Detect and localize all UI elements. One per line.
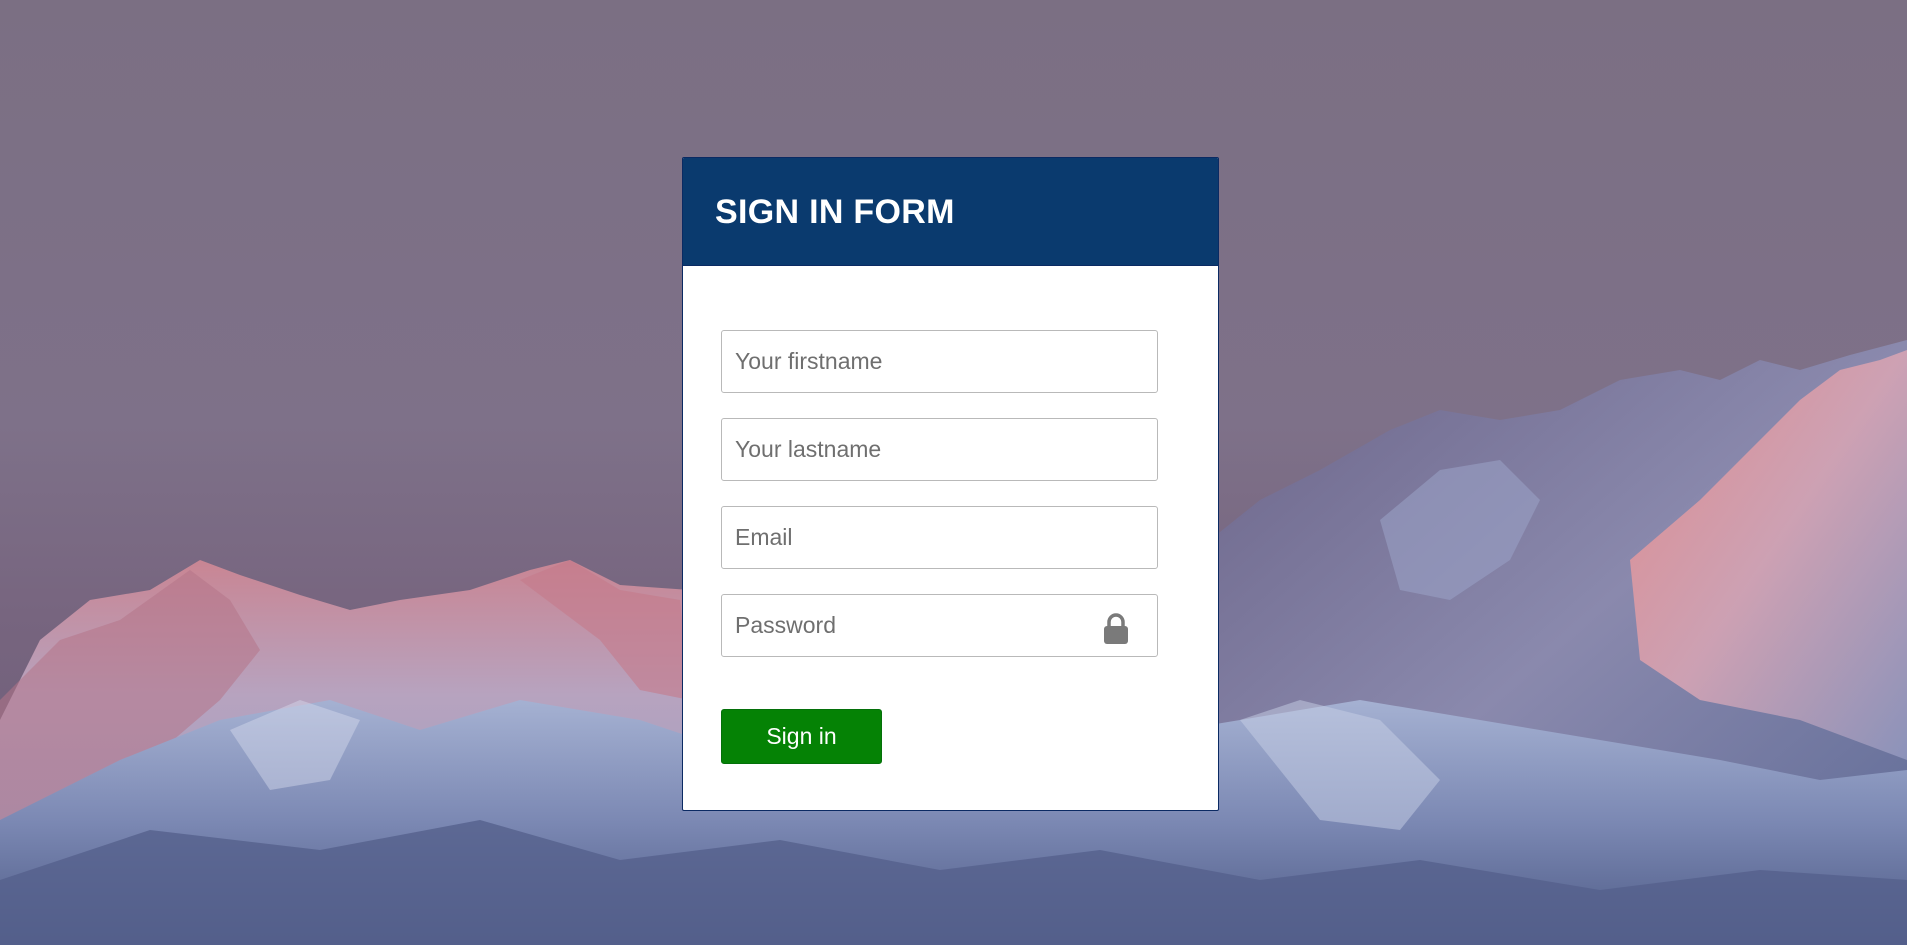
password-field-wrapper [721,594,1158,657]
lock-icon [1104,613,1128,644]
firstname-input[interactable] [721,330,1158,393]
form-title: SIGN IN FORM [715,193,955,231]
email-input[interactable] [721,506,1158,569]
form-body: Sign in [683,266,1218,764]
lastname-field-wrapper [721,418,1158,481]
firstname-field-wrapper [721,330,1158,393]
password-input[interactable] [721,594,1158,657]
sign-in-button[interactable]: Sign in [721,709,882,764]
email-field-wrapper [721,506,1158,569]
lastname-input[interactable] [721,418,1158,481]
sign-in-card: SIGN IN FORM Sign in [682,157,1219,811]
card-header: SIGN IN FORM [683,158,1218,266]
